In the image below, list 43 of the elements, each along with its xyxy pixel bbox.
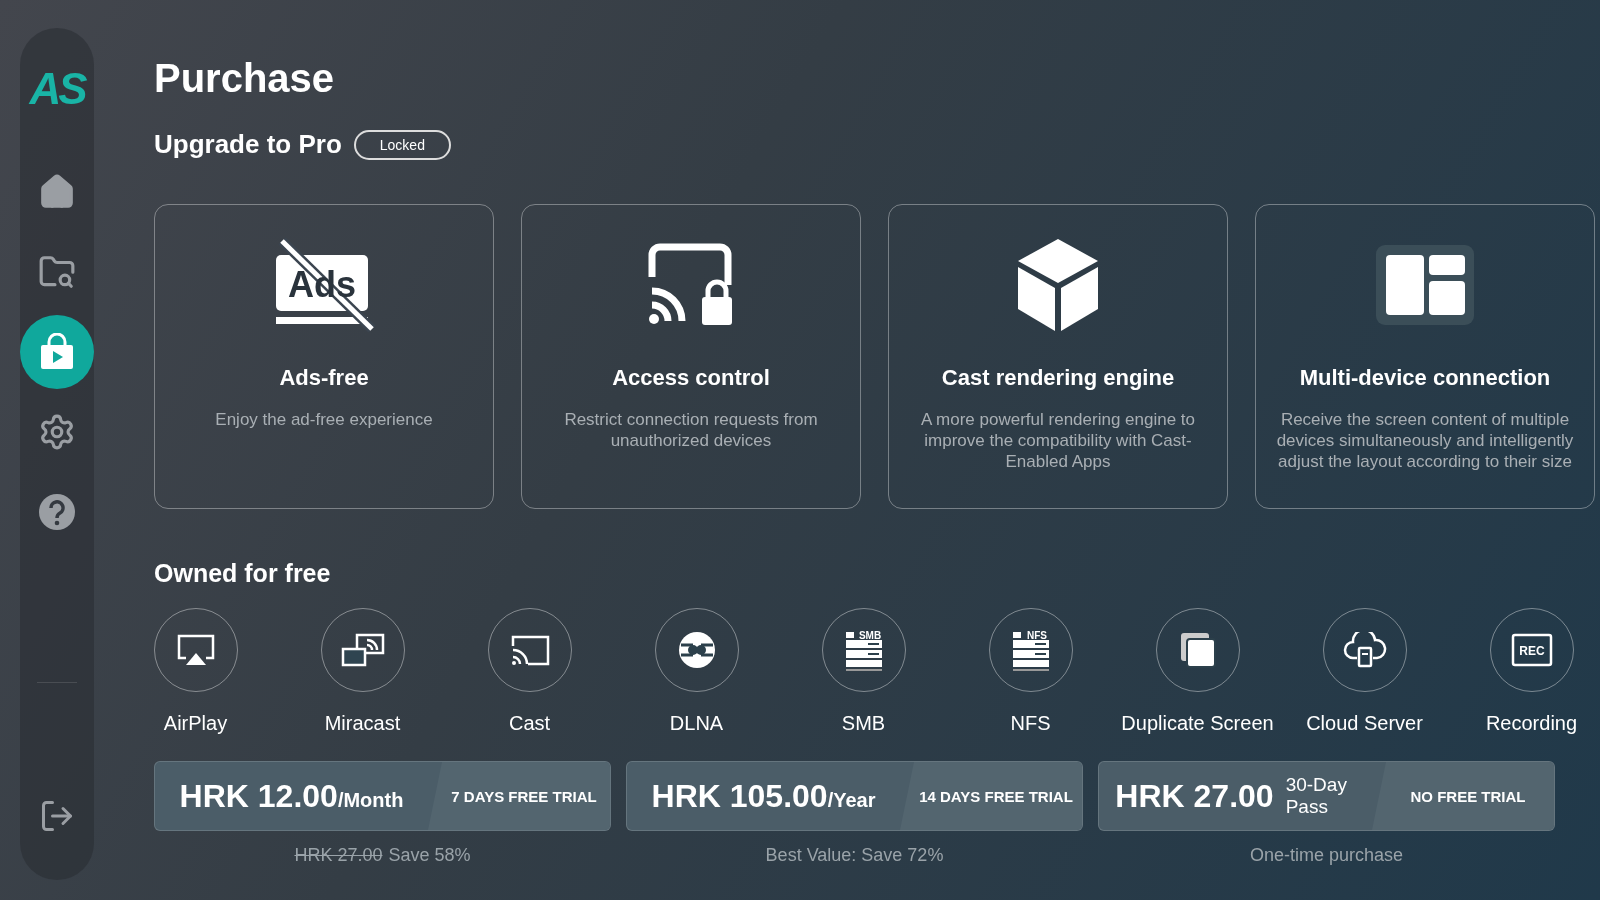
feature-title: Cast rendering engine [941, 365, 1175, 391]
feature-label: AirPlay [163, 712, 228, 735]
feature-description: A more powerful rendering engine to improve the compatibility with Cast-Enabled Apps [919, 409, 1197, 472]
feature-title: Access control [612, 365, 770, 391]
feature-label: Miracast [324, 712, 401, 735]
feature-label: SMB [841, 712, 886, 735]
plan-button[interactable]: HRK 12.00/Month 7 DAYS FREE TRIAL [154, 761, 611, 831]
old-price: HRK 27.00 [294, 845, 383, 866]
feature-label: Cloud Server [1306, 712, 1423, 735]
feature-label: Duplicate Screen [1121, 712, 1274, 735]
cloud-server-icon [1342, 632, 1387, 668]
section-heading: Owned for free [154, 559, 332, 588]
feature-label: NFS [1010, 712, 1051, 735]
plan-note: Save 58% [388, 845, 471, 866]
cube-icon [1016, 237, 1100, 333]
feature-label: Cast [508, 712, 551, 735]
plan-note: One-time purchase [1249, 845, 1404, 866]
exit-icon [39, 798, 75, 834]
feature-label: Recording [1485, 712, 1578, 735]
rec-icon: REC [1510, 633, 1553, 667]
feature-label: DLNA [669, 712, 724, 735]
duplicate-icon [1178, 631, 1217, 669]
layout-icon [1374, 243, 1476, 327]
section-heading: Upgrade to Pro [154, 129, 342, 160]
app-logo: AS [29, 64, 85, 114]
feature-title: Multi-device connection [1299, 365, 1551, 391]
feature-title: Ads-free [279, 365, 369, 391]
page-title: Purchase [154, 56, 336, 101]
status-badge: Locked [353, 129, 451, 160]
feature-description: Receive the screen content of multiple devices simultaneously and intelligently adjust the layout according to their size [1275, 409, 1575, 472]
cast-icon [509, 634, 550, 666]
feature-description: Restrict connection requests from unauthorized devices [563, 409, 819, 451]
feature-description: Enjoy the ad-free experience [215, 409, 433, 430]
folder-search-icon [38, 253, 76, 291]
home-icon [38, 173, 76, 211]
screen-mirroring-icon [340, 633, 385, 667]
plan-note: Best Value: Save 72% [765, 845, 944, 866]
shopping-bag-icon [39, 333, 75, 371]
plan-button[interactable]: HRK 105.00/Year 14 DAYS FREE TRIAL [626, 761, 1083, 831]
dlna-icon [676, 630, 717, 670]
airplay-icon [175, 633, 216, 667]
help-icon [38, 493, 76, 531]
settings-icon [38, 413, 76, 451]
